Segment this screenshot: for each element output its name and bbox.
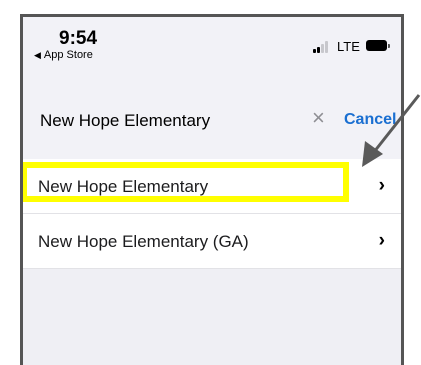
chevron-right-icon: › (378, 175, 385, 196)
highlight-box (23, 162, 349, 202)
signal-strength-icon (313, 41, 333, 53)
cancel-button[interactable]: Cancel (344, 111, 396, 129)
result-label: New Hope Elementary (GA) (38, 232, 249, 251)
chevron-right-icon: › (378, 230, 385, 251)
clear-search-icon[interactable]: × (312, 107, 325, 129)
result-row[interactable]: New Hope Elementary (GA) › (23, 214, 401, 269)
back-app-label: App Store (43, 49, 93, 61)
network-type: LTE (337, 39, 360, 54)
back-to-app-link[interactable]: ◀ App Store (34, 49, 93, 61)
results-list: New Hope Elementary › New Hope Elementar… (23, 159, 401, 269)
search-bar: New Hope Elementary × Cancel (23, 79, 401, 159)
result-row[interactable]: New Hope Elementary › (23, 159, 401, 214)
status-bar: 9:54 ◀ App Store LTE (23, 17, 401, 79)
phone-frame: 9:54 ◀ App Store LTE New Hope Elementary … (20, 14, 404, 365)
search-input[interactable]: New Hope Elementary (40, 111, 210, 131)
back-triangle-icon: ◀ (34, 50, 41, 60)
status-time: 9:54 (59, 28, 98, 49)
battery-icon (366, 40, 390, 51)
